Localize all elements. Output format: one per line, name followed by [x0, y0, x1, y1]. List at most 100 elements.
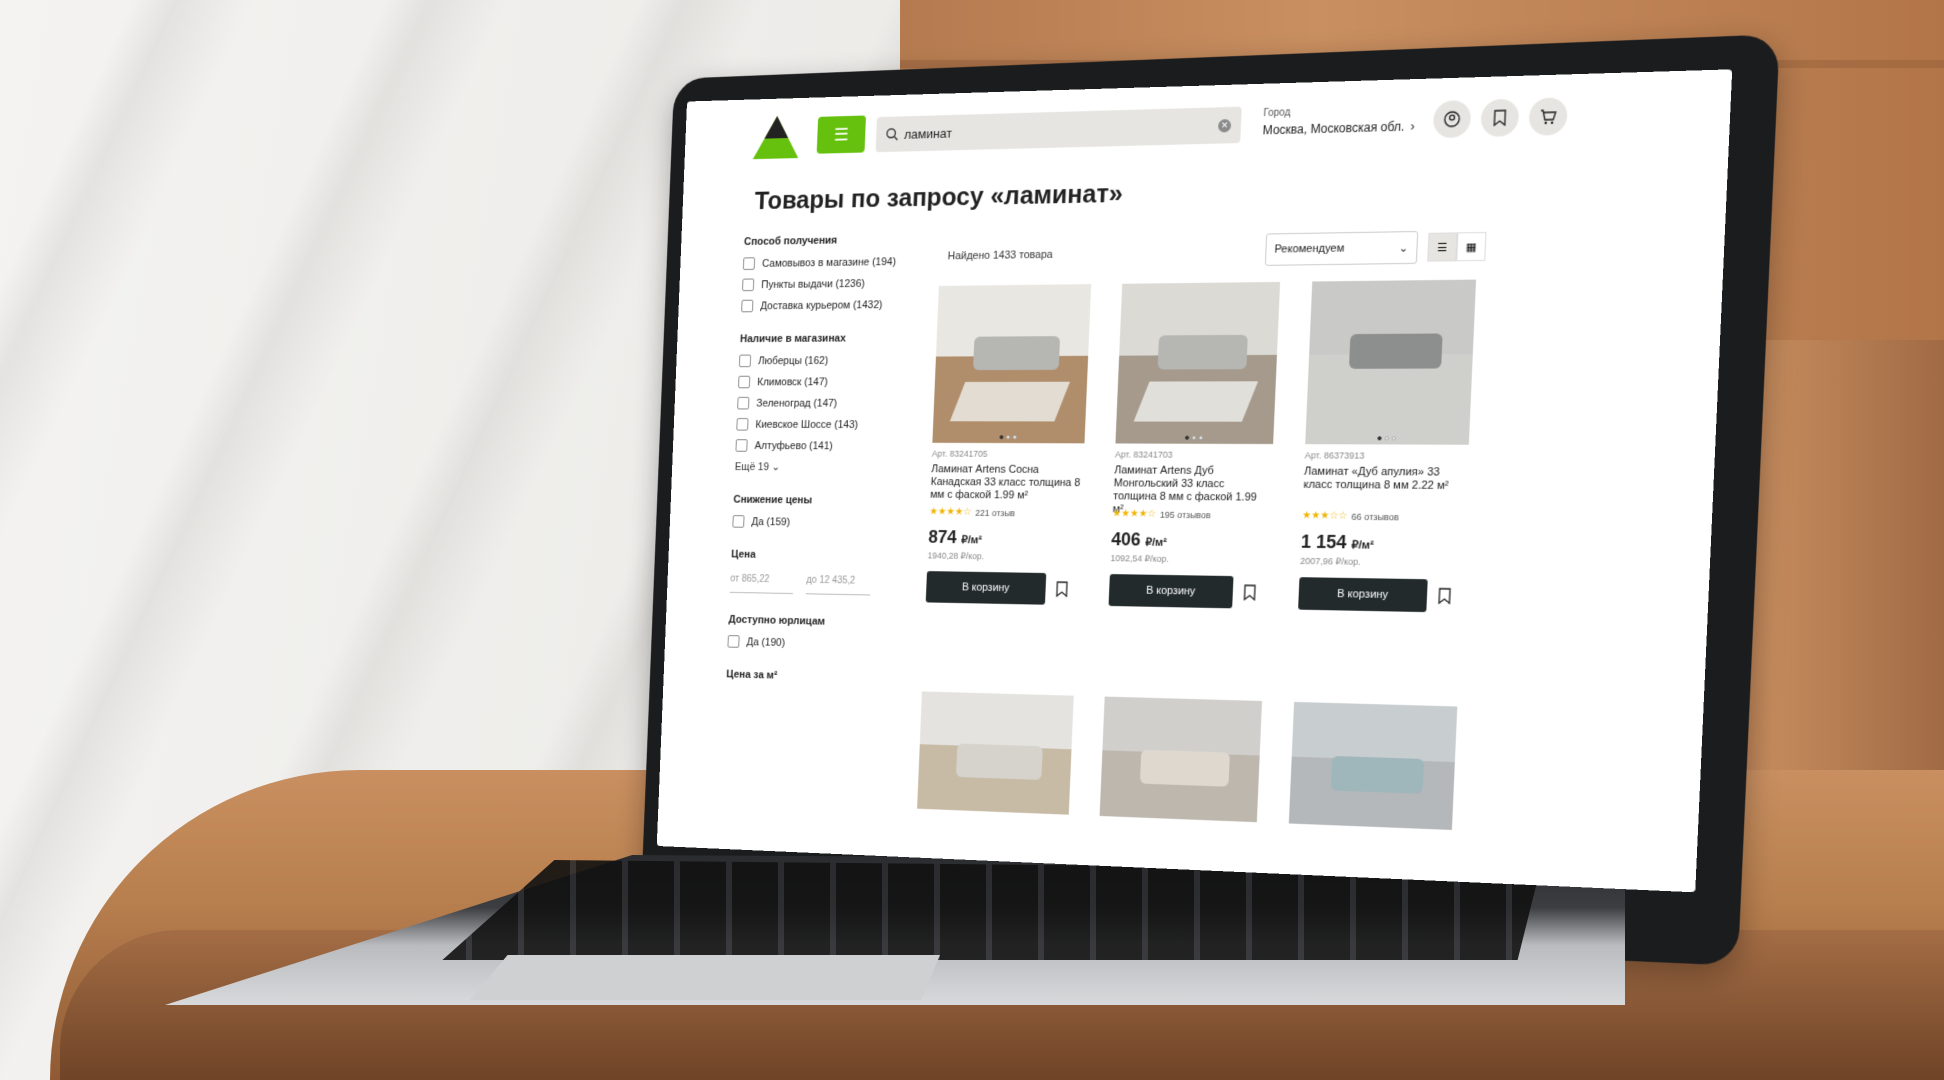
image-sofa [1158, 335, 1248, 370]
review-count: 221 отзыв [975, 507, 1015, 517]
bookmark-icon[interactable] [1242, 584, 1257, 600]
product-image[interactable] [1100, 697, 1262, 823]
product-image[interactable] [1115, 282, 1280, 444]
bookmark-icon[interactable] [1055, 581, 1069, 597]
filter-option[interactable]: Зеленоград (147) [737, 397, 921, 410]
filter-heading: Доступно юрлицам [728, 614, 912, 630]
product-price: 874 ₽/м² [928, 527, 1081, 550]
image-bed [1140, 750, 1230, 787]
checkbox[interactable] [742, 279, 754, 292]
add-to-cart-button[interactable]: В корзину [1109, 574, 1234, 608]
image-rug [950, 382, 1070, 422]
filter-option[interactable]: Самовывоз в магазине (194) [743, 255, 927, 270]
product-card[interactable]: Арт. 86373913 Ламинат «Дуб апулия» 33 кл… [1298, 280, 1476, 613]
add-to-cart-button[interactable]: В корзину [1298, 577, 1428, 612]
filter-option-label: Самовывоз в магазине (194) [762, 256, 896, 270]
image-rug [1134, 381, 1259, 421]
image-pagination[interactable] [1377, 436, 1396, 440]
image-bed [956, 743, 1043, 779]
price-unit: ₽/м² [961, 534, 982, 546]
filter-option[interactable]: Да (159) [732, 515, 916, 530]
product-image[interactable] [917, 691, 1074, 814]
product-card[interactable]: Арт. 83241705 Ламинат Artens Сосна Канад… [926, 284, 1092, 605]
product-name[interactable]: Ламинат «Дуб апулия» 33 класс толщина 8 … [1303, 465, 1468, 507]
catalog-menu-button[interactable]: ☰ [817, 115, 866, 153]
price-value: 406 [1111, 529, 1141, 549]
checkbox[interactable] [743, 257, 755, 270]
search-value: ламинат [904, 125, 952, 141]
profile-button[interactable] [1433, 100, 1472, 138]
show-more-link[interactable]: Ещё 19 ⌄ [735, 460, 919, 474]
product-rating[interactable]: ★★★★☆ 221 отзыв [929, 506, 1081, 518]
product-image[interactable] [932, 284, 1091, 443]
grid-view-button[interactable]: ▦ [1456, 232, 1486, 261]
filter-option-label: Пункты выдачи (1236) [761, 278, 865, 291]
clear-search-icon[interactable]: ✕ [1218, 119, 1231, 132]
filter-option[interactable]: Климовск (147) [738, 375, 922, 388]
product-card[interactable] [1289, 702, 1457, 830]
page-title: Товары по запросу «ламинат» [754, 178, 1123, 216]
leroy-merlin-logo[interactable] [751, 113, 802, 161]
checkbox[interactable] [741, 300, 753, 313]
search-input[interactable]: ламинат ✕ [876, 107, 1242, 153]
product-name[interactable]: Ламинат Artens Сосна Канадская 33 класс … [930, 463, 1084, 504]
list-view-button[interactable]: ☰ [1427, 232, 1457, 261]
checkbox[interactable] [735, 439, 747, 452]
filter-option[interactable]: Да (190) [727, 635, 911, 652]
product-grid-row-2 [917, 691, 1457, 830]
cart-icon [1539, 108, 1557, 125]
filter-heading: Наличие в магазинах [740, 332, 924, 345]
chevron-down-icon: ⌄ [772, 462, 781, 474]
filter-option[interactable]: Киевское Шоссе (143) [736, 418, 920, 431]
filter-heading: Снижение цены [733, 494, 917, 507]
sort-select[interactable]: Рекомендуем ⌄ [1265, 231, 1418, 266]
image-pagination[interactable] [999, 435, 1016, 439]
checkbox[interactable] [727, 635, 739, 648]
view-toggle: ☰ ▦ [1427, 232, 1486, 262]
filter-option-label: Киевское Шоссе (143) [755, 419, 858, 431]
chevron-down-icon: ⌄ [1399, 241, 1409, 254]
city-selector[interactable]: Город Москва, Московская обл. › [1262, 104, 1415, 138]
filter-option[interactable]: Алтуфьево (141) [735, 439, 919, 452]
filter-option[interactable]: Доставка курьером (1432) [741, 298, 925, 312]
product-rating[interactable]: ★★★★☆ 195 отзывов [1112, 508, 1270, 521]
price-value: 874 [928, 527, 957, 547]
product-article: Арт. 83241703 [1115, 449, 1273, 460]
price-from-input[interactable]: от 865,22 [730, 574, 794, 594]
filter-option-label: Зеленоград (147) [756, 397, 837, 409]
product-card[interactable] [1100, 697, 1262, 823]
product-article: Арт. 83241705 [932, 449, 1084, 460]
image-sofa [1331, 756, 1424, 794]
product-card[interactable] [917, 691, 1074, 814]
product-rating[interactable]: ★★★☆☆ 66 отзывов [1302, 510, 1466, 523]
image-wall [1102, 697, 1262, 756]
product-name[interactable]: Ламинат Artens Дуб Монгольский 33 класс … [1113, 464, 1272, 505]
checkbox[interactable] [738, 376, 750, 389]
add-to-cart-button[interactable]: В корзину [926, 571, 1047, 605]
cart-button[interactable] [1528, 97, 1568, 135]
search-icon [885, 127, 899, 141]
image-wall [920, 691, 1074, 749]
bookmark-icon[interactable] [1437, 588, 1452, 605]
checkbox[interactable] [739, 355, 751, 368]
product-image[interactable] [1305, 280, 1476, 445]
filter-heading: Способ получения [744, 233, 928, 248]
product-image[interactable] [1289, 702, 1457, 830]
city-value: Москва, Московская обл. [1262, 119, 1404, 137]
product-card[interactable]: Арт. 83241703 Ламинат Artens Дуб Монголь… [1109, 282, 1281, 609]
image-bed [1349, 333, 1443, 368]
box-price: 2007,96 ₽/кор. [1300, 556, 1464, 570]
checkbox[interactable] [736, 418, 748, 431]
filters-sidebar: Способ получения Самовывоз в магазине (1… [725, 233, 928, 706]
filter-heading: Цена [731, 549, 915, 563]
stars-icon: ★★★★☆ [929, 506, 972, 517]
checkbox[interactable] [737, 397, 749, 410]
filter-option-label: Да (159) [751, 516, 790, 528]
filter-option[interactable]: Люберцы (162) [739, 354, 923, 367]
filter-option[interactable]: Пункты выдачи (1236) [742, 276, 926, 291]
image-pagination[interactable] [1185, 436, 1203, 440]
checkbox[interactable] [732, 515, 744, 528]
favorites-button[interactable] [1480, 99, 1519, 137]
grid-icon: ▦ [1466, 240, 1477, 254]
price-to-input[interactable]: до 12 435,2 [806, 575, 871, 596]
